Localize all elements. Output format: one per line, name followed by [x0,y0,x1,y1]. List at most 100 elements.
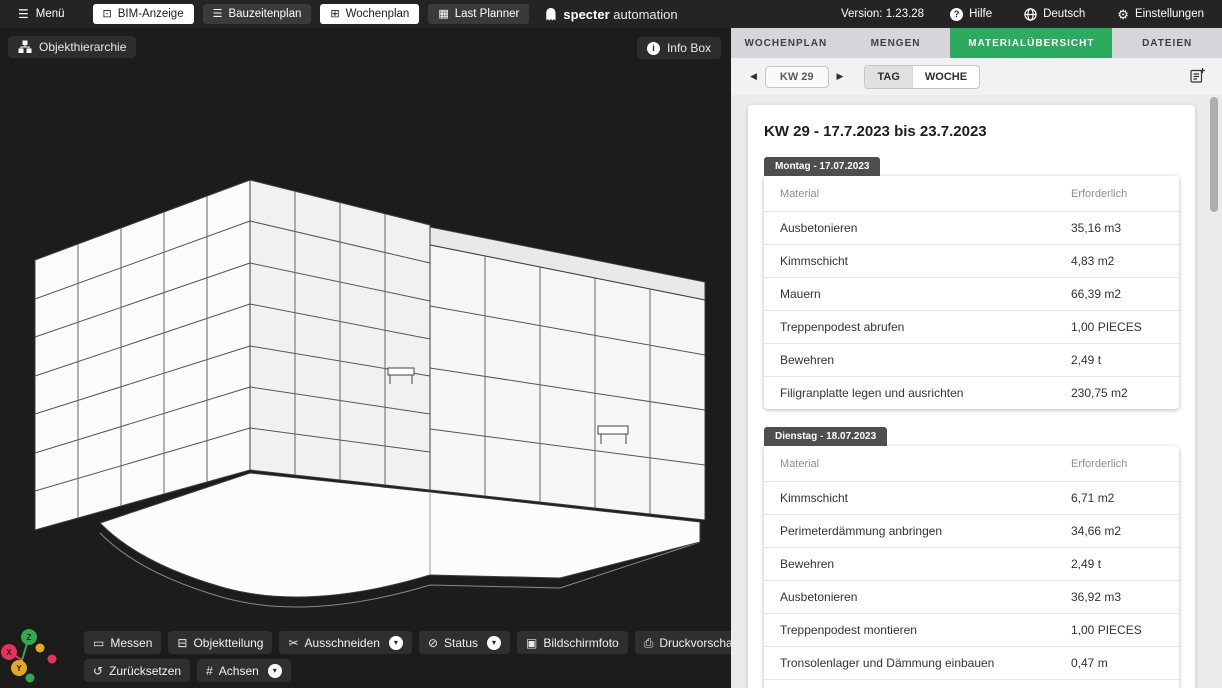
main-nav: ⊡ BIM-Anzeige ☰Bauzeitenplan ⊞Wochenplan ▦ La… [93,4,530,24]
material-quantity: 0,47 m [1071,656,1163,670]
language-button[interactable]: Deutsch [1018,7,1091,22]
druckvorschau-label: Druckvorschau [659,636,731,650]
material-quantity: 35,16 m3 [1071,221,1163,235]
next-week-button[interactable]: ▶ [832,67,849,86]
material-quantity: 2,49 t [1071,557,1163,571]
table-header: MaterialErforderlich [764,446,1179,481]
viewport-toolbar: ▭Messen⊟Objektteilung✂Ausschneiden▾⊘Stat… [84,631,731,682]
viewport-3d[interactable]: Objekthierarchie i Info Box Z X Y [0,28,731,688]
app-logo: specter automation [544,7,677,22]
panel-content: KW 29 - 17.7.2023 bis 23.7.2023 Montag -… [731,95,1222,688]
bildschirmfoto-button[interactable]: ▣Bildschirmfoto [517,631,628,654]
tab-mengen[interactable]: MENGEN [841,28,951,58]
table-header: MaterialErforderlich [764,176,1179,211]
status-label: Status [444,636,478,650]
panel-controls: ◀ KW 29 ▶ TAGWOCHE [731,58,1222,95]
material-name: Ausbetonieren [780,221,1071,235]
status-button[interactable]: ⊘Status▾ [419,631,510,654]
hierarchy-icon [18,40,32,54]
toolbar-row-1: ▭Messen⊟Objektteilung✂Ausschneiden▾⊘Stat… [84,631,731,654]
ausschneiden-dropdown-button[interactable]: ▾ [389,636,403,650]
ausschneiden-label: Ausschneiden [305,636,380,650]
table-row: Treppenpodest montieren1,00 PIECES [764,613,1179,646]
print-icon: ⎙ [644,637,654,649]
scissors-icon: ✂ [288,637,298,649]
material-name: Tronsolenlager und Dämmung einbauen [780,656,1071,670]
achsen-dropdown-button[interactable]: ▾ [268,664,282,678]
column-material: Material [780,458,1071,470]
building-model[interactable] [0,28,731,688]
bildschirmfoto-label: Bildschirmfoto [543,636,618,650]
table-row: Filigranplatte legen und ausrichten230,7… [764,376,1179,409]
material-quantity: 2,49 t [1071,353,1163,367]
axis-x-label: X [6,648,12,657]
info-box-button[interactable]: i Info Box [637,37,721,59]
tab-wochenplan[interactable]: WOCHENPLAN [731,28,841,58]
status-dropdown-button[interactable]: ▾ [487,636,501,650]
week-selector-button[interactable]: KW 29 [765,66,829,88]
toggle-tag[interactable]: TAG [865,66,911,88]
nav-bauzeitenplan[interactable]: ☰Bauzeitenplan [203,4,312,24]
table-row: Kimmschicht4,83 m2 [764,244,1179,277]
nav-bauzeitenplan-label: Bauzeitenplan [228,8,301,20]
help-button[interactable]: ? Hilfe [944,7,998,22]
messen-label: Messen [110,636,152,650]
tab-materialuebersicht[interactable]: MATERIALÜBERSICHT [950,28,1112,58]
table-row: Kimmschicht6,71 m2 [764,481,1179,514]
toggle-woche[interactable]: WOCHE [912,66,979,88]
menu-button[interactable]: ☰ Menü [12,6,71,22]
object-hierarchy-button[interactable]: Objekthierarchie [8,36,136,58]
zuruecksetzen-button[interactable]: ↺Zurücksetzen [84,659,190,682]
version-label: Version: 1.23.28 [841,8,924,20]
material-quantity: 66,39 m2 [1071,287,1163,301]
material-name: Kimmschicht [780,254,1071,268]
material-quantity: 34,66 m2 [1071,524,1163,538]
menu-label: Menü [36,8,65,20]
table-row: Mauern66,39 m2 [764,277,1179,310]
grid-icon: ▦ [438,9,448,20]
cube-scan-icon: ⊡ [103,9,112,20]
nav-bim-anzeige-label: BIM-Anzeige [118,8,184,20]
material-name: Treppenpodest montieren [780,623,1071,637]
material-quantity: 1,00 PIECES [1071,320,1163,334]
material-name: Treppenpodest abrufen [780,320,1071,334]
prev-week-button[interactable]: ◀ [745,67,762,86]
table-row: Bewehren2,49 t [764,343,1179,376]
info-box-label: Info Box [667,41,711,55]
globe-icon [1024,8,1037,21]
table-row: Treppenpodest abrufen1,00 PIECES [764,310,1179,343]
nav-wochenplan[interactable]: ⊞Wochenplan [320,4,419,24]
table-row: Filigranplatte legen und ausrichten230,7… [764,679,1179,688]
add-report-button[interactable] [1187,65,1208,89]
nav-bim-anzeige[interactable]: ⊡ BIM-Anzeige [93,4,194,24]
logo-secondary: automation [613,7,677,22]
top-bar-right: Version: 1.23.28 ? Hilfe Deutsch ⚙ Einst… [841,7,1210,22]
note-add-icon [1189,67,1206,84]
druckvorschau-button[interactable]: ⎙Druckvorschau▾ [635,631,731,654]
ausschneiden-button[interactable]: ✂ Ausschneiden ▾ [279,631,411,654]
split-icon: ⊟ [177,637,187,649]
material-name: Bewehren [780,353,1071,367]
messen-button[interactable]: ▭Messen [84,631,161,654]
table-row: Tronsolenlager und Dämmung einbauen0,47 … [764,646,1179,679]
objektteilung-button[interactable]: ⊟Objektteilung [168,631,272,654]
axis-gizmo[interactable]: Z X Y [0,615,80,688]
material-name: Ausbetonieren [780,590,1071,604]
achsen-button[interactable]: #Achsen▾ [197,659,291,682]
scrollbar-thumb[interactable] [1210,97,1218,212]
chevron-down-icon: ▾ [394,638,398,647]
axis-z-label: Z [27,633,32,642]
column-required: Erforderlich [1071,458,1163,470]
nav-last-planner[interactable]: ▦ Last Planner [428,4,529,24]
tab-dateien[interactable]: DATEIEN [1112,28,1222,58]
material-name: Perimeterdämmung anbringen [780,524,1071,538]
axes-icon: # [206,665,213,677]
nav-last-planner-label: Last Planner [455,8,520,20]
day-week-toggle: TAGWOCHE [864,65,980,89]
table-row: Perimeterdämmung anbringen34,66 m2 [764,514,1179,547]
day-badge: Montag - 17.07.2023 [764,157,880,176]
settings-button[interactable]: ⚙ Einstellungen [1111,7,1210,22]
side-panel: WOCHENPLANMENGENMATERIALÜBERSICHTDATEIEN… [731,28,1222,688]
day-section: Dienstag - 18.07.2023MaterialErforderlic… [764,426,1179,688]
help-icon: ? [950,8,963,21]
